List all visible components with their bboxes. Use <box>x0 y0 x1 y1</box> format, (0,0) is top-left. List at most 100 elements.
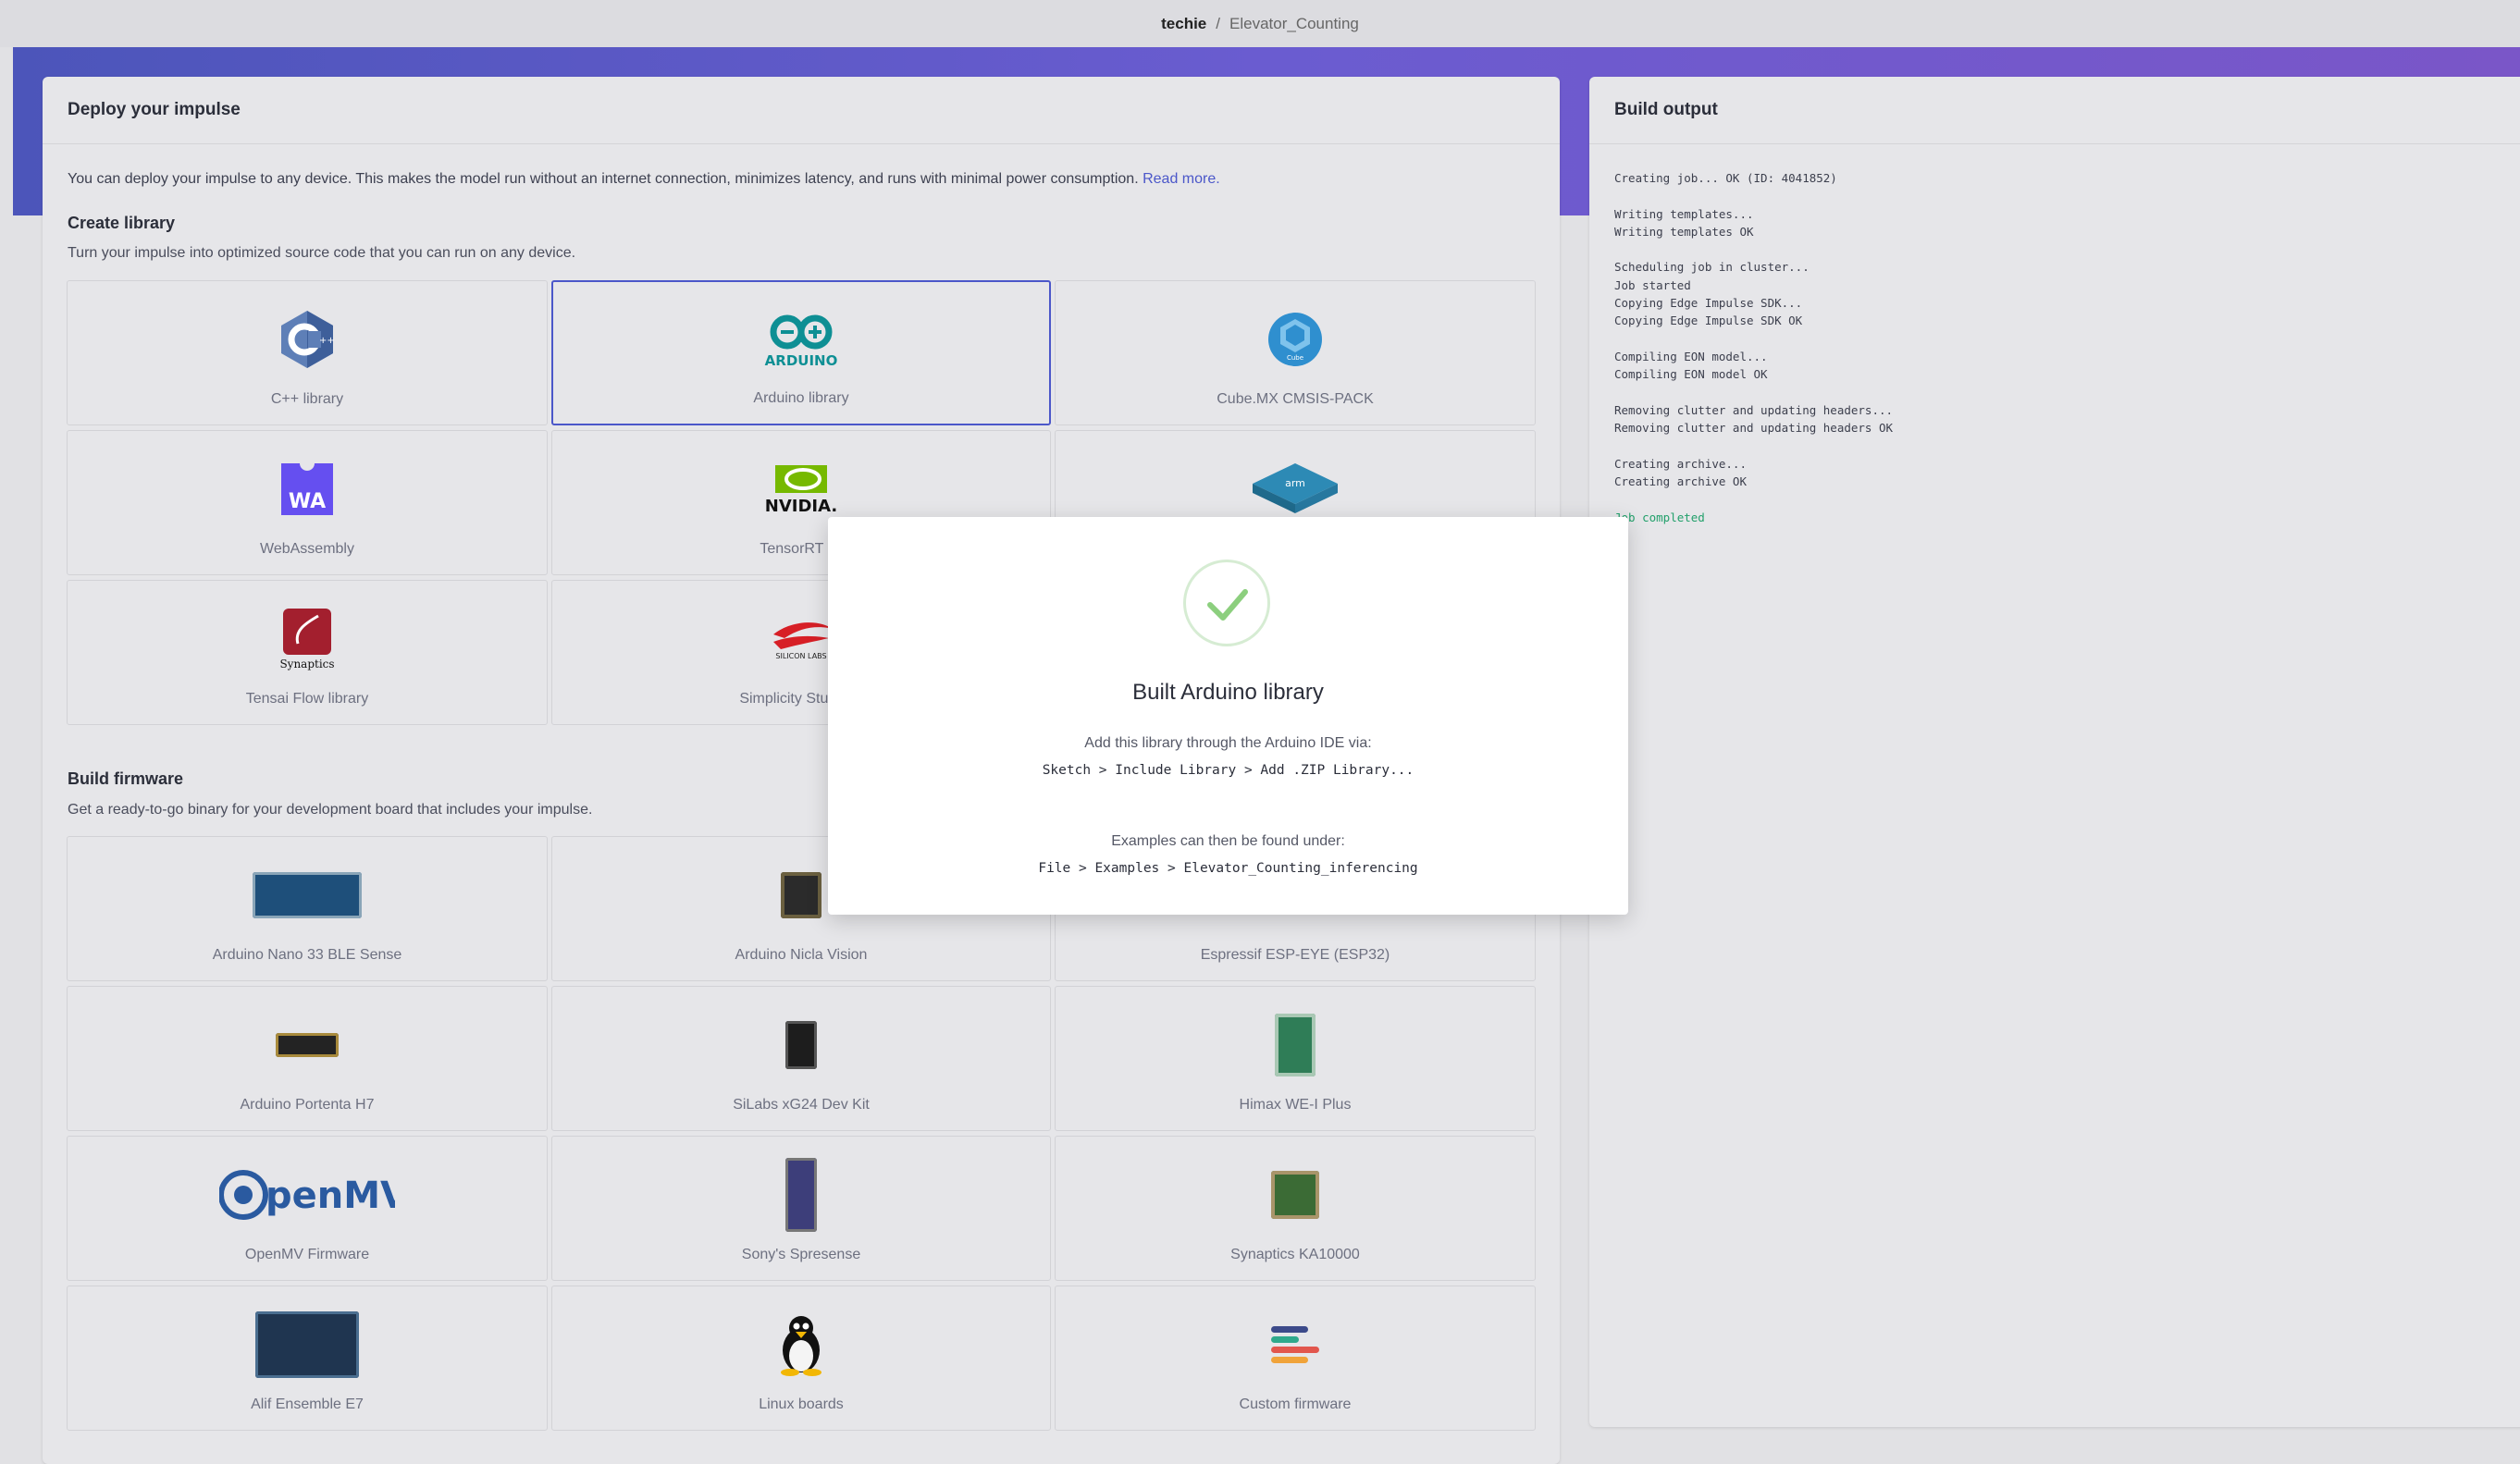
log-line: Compiling EON model... <box>1614 349 1768 363</box>
webassembly-icon: WA <box>279 457 335 522</box>
log-line: ​ <box>1614 490 1893 508</box>
tile-label: Custom firmware <box>1239 1396 1352 1412</box>
tile-cpp-library[interactable]: ++ C++ library <box>67 280 548 425</box>
tile-tensai-flow-library[interactable]: Synaptics Tensai Flow library <box>67 580 548 725</box>
build-firmware-subtitle: Get a ready-to-go binary for your develo… <box>68 802 593 818</box>
tile-silabs-xg24-dev-kit[interactable]: SiLabs xG24 Dev Kit <box>551 986 1051 1131</box>
log-line: ​ <box>1614 437 1893 454</box>
board-nicla-icon <box>781 863 821 928</box>
modal-instruction: Add this library through the Arduino IDE… <box>1084 735 1372 751</box>
synaptics-icon: Synaptics <box>278 607 337 671</box>
log-line: Job started <box>1614 277 1691 292</box>
tile-label: Linux boards <box>759 1396 844 1412</box>
svg-text:penMV: penMV <box>266 1175 395 1217</box>
tile-label: WebAssembly <box>260 541 354 557</box>
silicon-labs-icon: SILICON LABS <box>764 607 838 671</box>
read-more-link[interactable]: Read more. <box>1143 171 1220 187</box>
svg-text:WA: WA <box>289 490 326 513</box>
log-line: Copying Edge Impulse SDK OK <box>1614 314 1803 328</box>
breadcrumb-owner[interactable]: techie <box>1161 15 1206 33</box>
build-success-modal: Built Arduino library Add this library t… <box>828 517 1628 915</box>
log-line: ​ <box>1614 187 1893 204</box>
svg-text:Cube: Cube <box>1287 354 1303 362</box>
tile-cubemx-cmsis-pack[interactable]: Cube Cube.MX CMSIS-PACK <box>1055 280 1536 425</box>
log-line: Creating job... OK (ID: 4041852) <box>1614 171 1837 185</box>
stm32-cube-icon: Cube <box>1267 307 1323 372</box>
tile-label: OpenMV Firmware <box>244 1247 370 1262</box>
modal-examples-text: Examples can then be found under: <box>1111 833 1345 849</box>
top-breadcrumb: techie / Elevator_Counting <box>0 0 2520 47</box>
tile-label: C++ library <box>270 391 344 407</box>
log-line: Writing templates OK <box>1614 224 1754 239</box>
cpp-icon: ++ <box>278 307 336 372</box>
board-alif-icon <box>255 1311 359 1378</box>
log-line-success: Job completed <box>1614 510 1705 524</box>
tile-label: Synaptics KA10000 <box>1230 1247 1360 1262</box>
board-synaptics-icon <box>1271 1163 1319 1227</box>
linux-tux-icon <box>775 1312 827 1377</box>
svg-text:NVIDIA.: NVIDIA. <box>765 497 837 516</box>
svg-text:ARDUINO: ARDUINO <box>765 352 838 369</box>
log-line: Scheduling job in cluster... <box>1614 260 1810 275</box>
board-himax-icon <box>1275 1013 1316 1077</box>
tile-arduino-nano-33-ble-sense[interactable]: Arduino Nano 33 BLE Sense <box>67 836 548 981</box>
log-line: ​ <box>1614 240 1893 258</box>
svg-text:++: ++ <box>319 336 335 346</box>
create-library-subtitle: Turn your impulse into optimized source … <box>68 245 576 261</box>
tile-arduino-library[interactable]: ARDUINO Arduino library <box>551 280 1051 425</box>
arduino-icon: ARDUINO <box>760 308 843 373</box>
tile-sonys-spresense[interactable]: Sony's Spresense <box>551 1136 1051 1281</box>
log-line: Removing clutter and updating headers OK <box>1614 421 1894 436</box>
tile-label: Arduino Nicla Vision <box>735 947 868 963</box>
openmv-logo-icon: penMV <box>219 1163 395 1227</box>
tile-label: Arduino Portenta H7 <box>240 1097 375 1113</box>
svg-text:arm: arm <box>1285 477 1305 489</box>
log-line: Creating archive... <box>1614 456 1747 471</box>
nvidia-icon: NVIDIA. <box>762 457 840 522</box>
deploy-panel-title: Deploy your impulse <box>43 77 1560 144</box>
firmware-grid: Arduino Nano 33 BLE Sense Arduino Nicla … <box>67 836 1536 1431</box>
custom-firmware-icon <box>1269 1312 1321 1377</box>
log-line: Removing clutter and updating headers... <box>1614 402 1894 417</box>
tile-linux-boards[interactable]: Linux boards <box>551 1286 1051 1431</box>
tile-label: Espressif ESP-EYE (ESP32) <box>1200 947 1390 963</box>
board-spresense-icon <box>785 1158 817 1232</box>
board-portenta-icon <box>276 1013 339 1077</box>
svg-text:SILICON LABS: SILICON LABS <box>775 652 826 660</box>
success-check-icon <box>1183 560 1270 646</box>
tile-openmv-firmware[interactable]: penMV OpenMV Firmware <box>67 1136 548 1281</box>
tile-synaptics-ka10000[interactable]: Synaptics KA10000 <box>1055 1136 1536 1281</box>
tile-webassembly[interactable]: WA WebAssembly <box>67 430 548 575</box>
log-line: Compiling EON model OK <box>1614 367 1768 382</box>
log-line: ​ <box>1614 330 1893 348</box>
build-output-title: Build output <box>1589 77 2520 144</box>
tile-label: Tensai Flow library <box>245 691 369 707</box>
build-firmware-title: Build firmware <box>68 769 184 788</box>
deploy-intro: You can deploy your impulse to any devic… <box>68 171 1220 188</box>
log-line: Copying Edge Impulse SDK... <box>1614 296 1803 311</box>
tile-alif-ensemble-e7[interactable]: Alif Ensemble E7 <box>67 1286 548 1431</box>
tile-custom-firmware[interactable]: Custom firmware <box>1055 1286 1536 1431</box>
tile-label: Arduino Nano 33 BLE Sense <box>212 947 402 963</box>
tile-himax-we-i-plus[interactable]: Himax WE-I Plus <box>1055 986 1536 1131</box>
tile-label: SiLabs xG24 Dev Kit <box>733 1097 870 1113</box>
tile-label: Arduino library <box>753 390 849 406</box>
board-nano-icon <box>253 863 362 928</box>
tile-label: Himax WE-I Plus <box>1239 1097 1352 1113</box>
create-library-title: Create library <box>68 214 176 232</box>
build-output-log[interactable]: Creating job... OK (ID: 4041852)​Writing… <box>1614 169 1893 526</box>
log-line: Creating archive OK <box>1614 474 1747 489</box>
tile-arduino-portenta-h7[interactable]: Arduino Portenta H7 <box>67 986 548 1131</box>
modal-title: Built Arduino library <box>1132 680 1324 705</box>
breadcrumb-project[interactable]: Elevator_Counting <box>1229 15 1359 33</box>
tile-label: Alif Ensemble E7 <box>251 1396 364 1412</box>
modal-examples-path: File > Examples > Elevator_Counting_infe… <box>1038 861 1418 876</box>
log-line: Writing templates... <box>1614 206 1754 221</box>
breadcrumb-separator: / <box>1216 14 1220 32</box>
svg-text:Synaptics: Synaptics <box>279 658 334 670</box>
build-output-panel: Build output Creating job... OK (ID: 404… <box>1589 77 2520 1427</box>
log-line: ​ <box>1614 384 1893 401</box>
tile-label: Sony's Spresense <box>741 1247 861 1262</box>
tile-label: Cube.MX CMSIS-PACK <box>1217 391 1374 407</box>
arm-icon: arm <box>1249 457 1341 522</box>
